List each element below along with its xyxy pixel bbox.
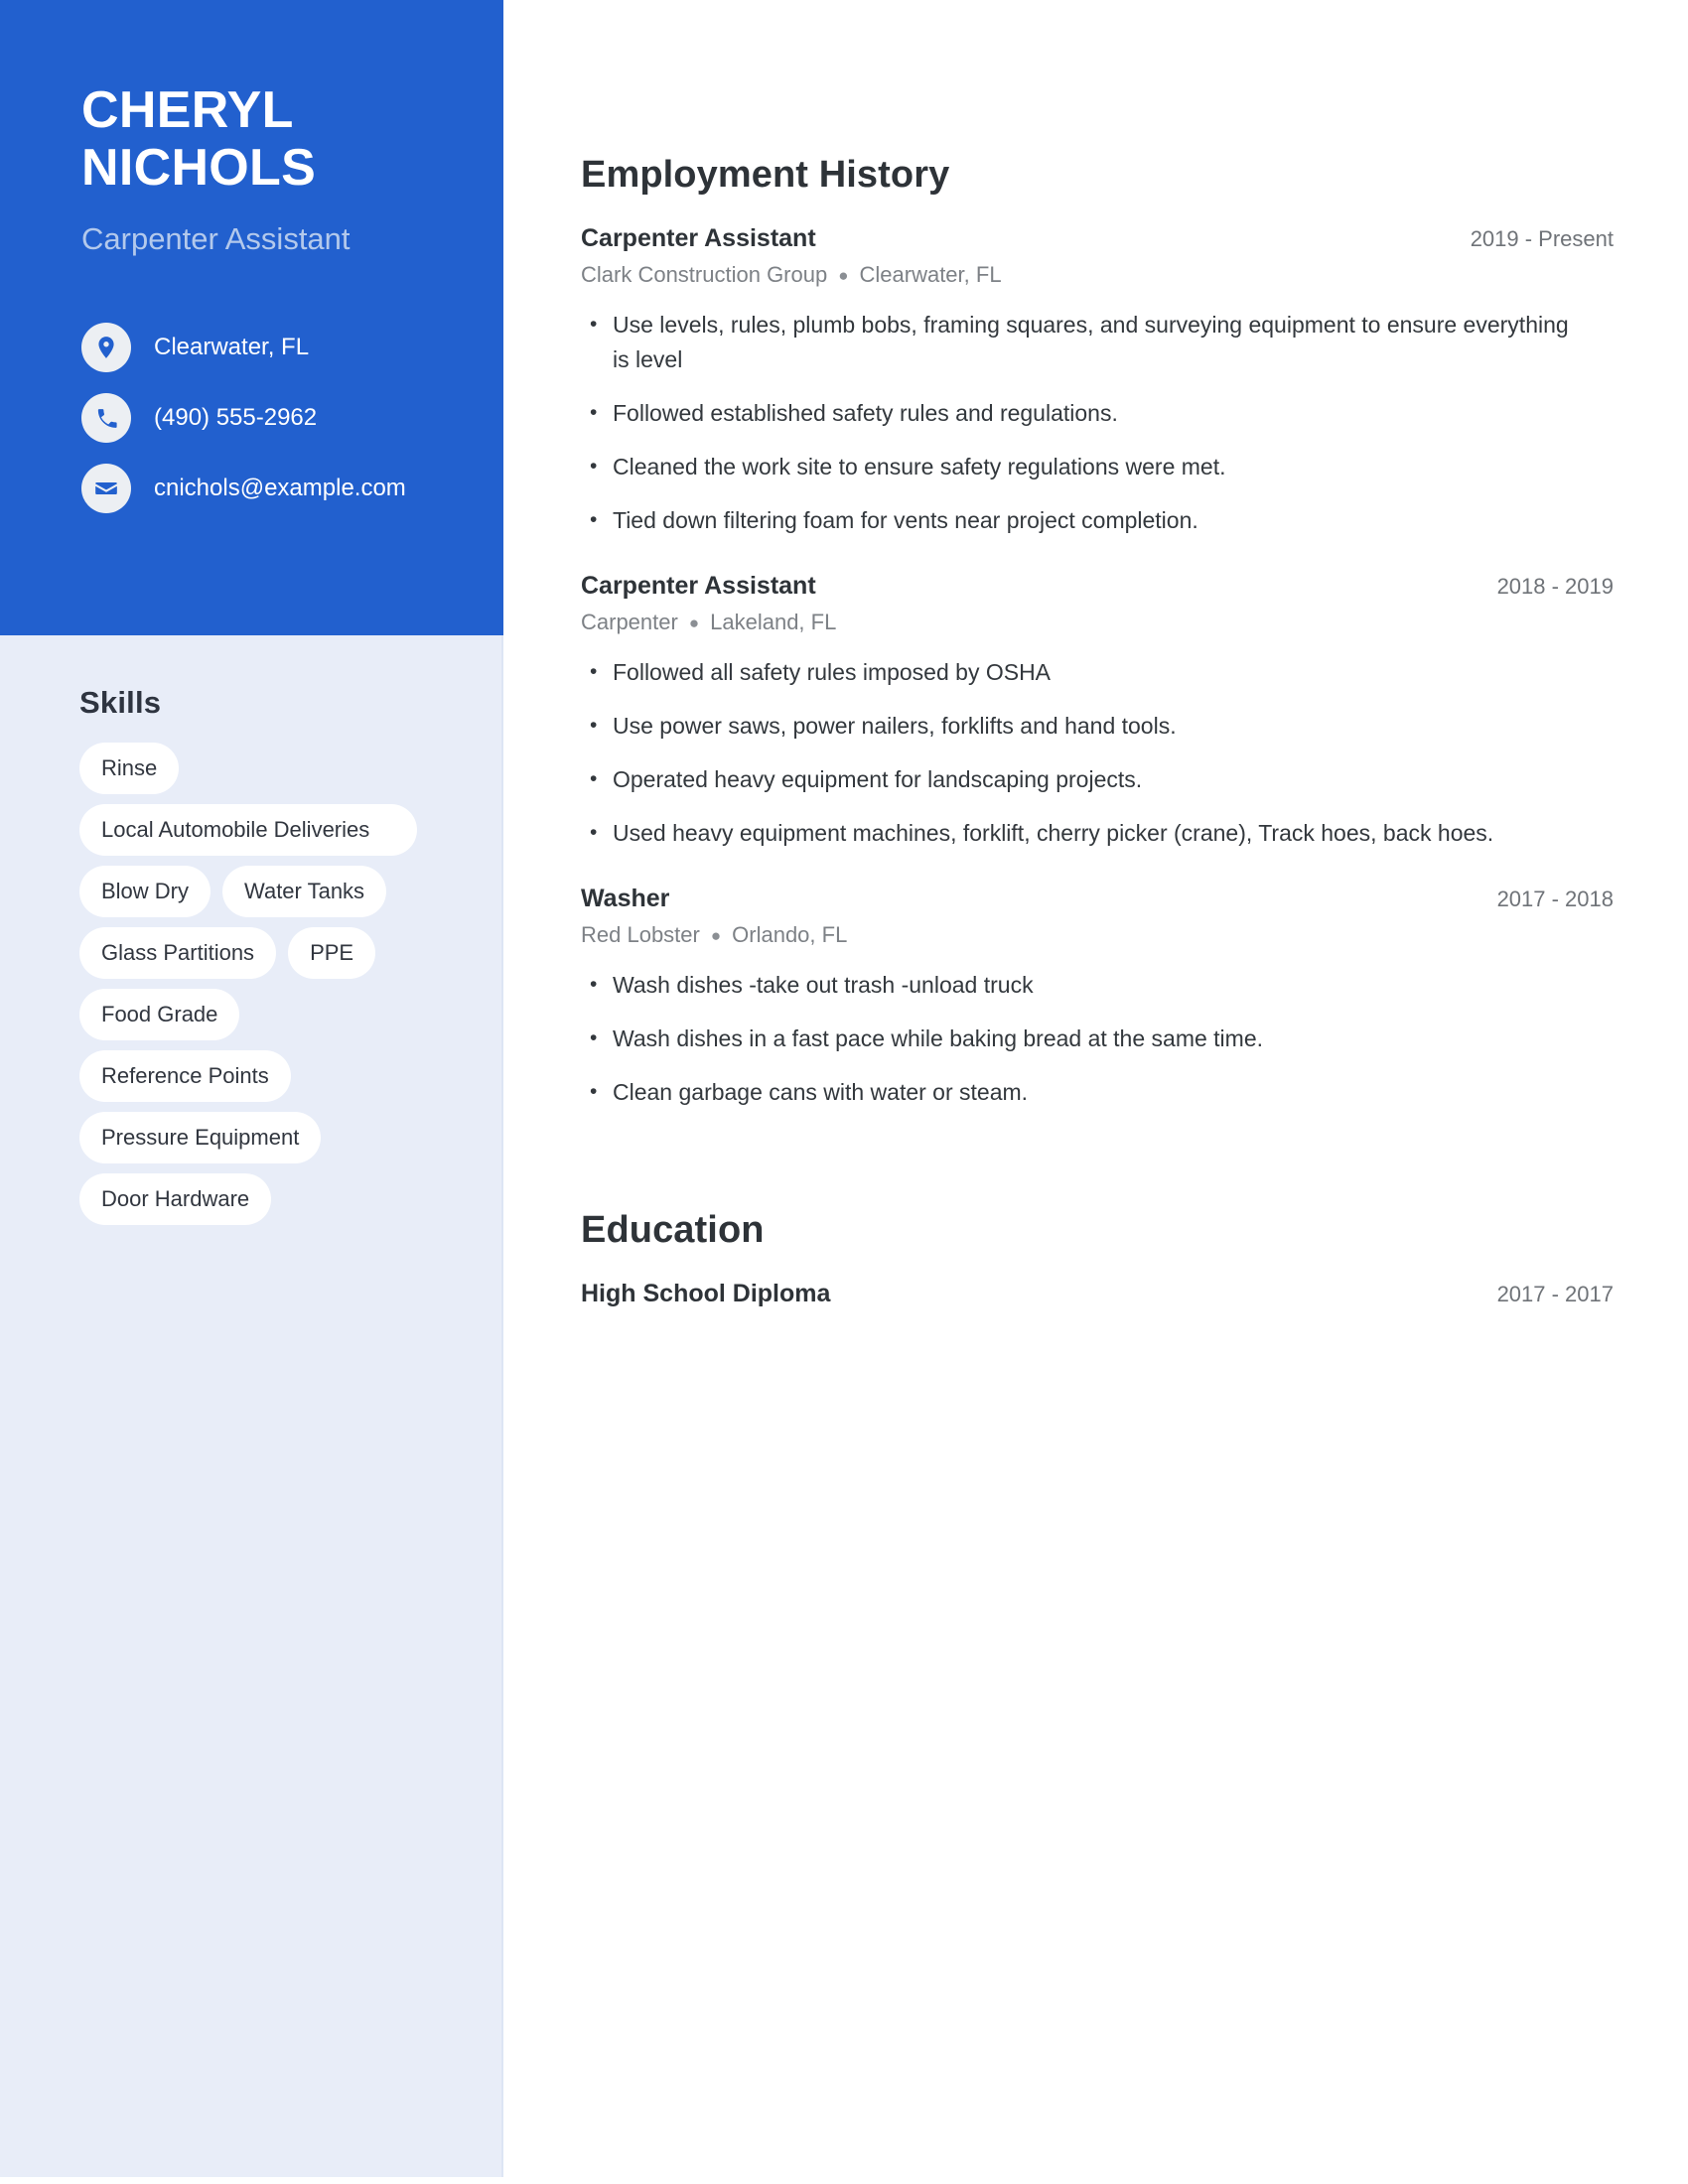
email-icon <box>81 464 131 513</box>
job-bullet: Wash dishes in a fast pace while baking … <box>581 1021 1574 1056</box>
job-meta: Red Lobster ● Orlando, FL <box>581 922 1614 948</box>
job-date-range: 2017 - 2018 <box>1496 887 1614 911</box>
skill-pill[interactable]: Door Hardware <box>79 1173 272 1225</box>
entry-header: High School Diploma 2017 - 2017 <box>581 1280 1614 1308</box>
headline-job-title: Carpenter Assistant <box>81 221 351 256</box>
contact-email-text: cnichols@example.com <box>154 475 406 501</box>
contact-item-phone[interactable]: (490) 555-2962 <box>81 393 479 443</box>
job-company: Carpenter <box>581 610 678 634</box>
job-location: Orlando, FL <box>732 922 848 947</box>
contact-list: Clearwater, FL (490) 555-2962 cnichols@e… <box>81 323 479 534</box>
job-bullet: Operated heavy equipment for landscaping… <box>581 761 1574 797</box>
job-bullet: Wash dishes -take out trash -unload truc… <box>581 967 1574 1003</box>
job-title: Washer <box>581 885 670 912</box>
job-bullet: Followed all safety rules imposed by OSH… <box>581 654 1574 690</box>
skill-pill[interactable]: Reference Points <box>79 1050 291 1102</box>
skills-heading: Skills <box>79 685 162 720</box>
education-entry: High School Diploma 2017 - 2017 <box>581 1280 1614 1308</box>
job-location: Lakeland, FL <box>710 610 837 634</box>
job-meta: Carpenter ● Lakeland, FL <box>581 610 1614 635</box>
skill-pill[interactable]: Blow Dry <box>79 866 211 917</box>
first-name: CHERYL <box>81 81 294 139</box>
job-bullet: Used heavy equipment machines, forklift,… <box>581 815 1574 851</box>
separator-dot-icon: ● <box>688 614 700 633</box>
job-meta: Clark Construction Group ● Clearwater, FL <box>581 262 1614 288</box>
main-content: Employment History Carpenter Assistant 2… <box>581 0 1614 1316</box>
job-date-range: 2018 - 2019 <box>1496 574 1614 599</box>
job-bullet: Clean garbage cans with water or steam. <box>581 1074 1574 1110</box>
employment-history-heading: Employment History <box>581 154 950 196</box>
job-date-range: 2019 - Present <box>1470 226 1614 251</box>
skill-pill[interactable]: Glass Partitions <box>79 927 277 979</box>
resume-page: CHERYL NICHOLS Carpenter Assistant Clear… <box>0 0 1688 2184</box>
employment-entry: Washer 2017 - 2018 Red Lobster ● Orlando, … <box>581 885 1614 1110</box>
contact-phone-text: (490) 555-2962 <box>154 404 318 431</box>
job-bullet-list: Use levels, rules, plumb bobs, framing s… <box>581 307 1614 538</box>
last-name: NICHOLS <box>81 139 317 197</box>
job-company: Red Lobster <box>581 922 700 947</box>
skill-pill[interactable]: Food Grade <box>79 989 240 1040</box>
entry-header: Carpenter Assistant 2019 - Present <box>581 224 1614 253</box>
phone-icon <box>81 393 131 443</box>
contact-location-text: Clearwater, FL <box>154 334 310 360</box>
sidebar-header: CHERYL NICHOLS Carpenter Assistant <box>0 0 503 635</box>
skill-pill[interactable]: Water Tanks <box>222 866 387 917</box>
skill-pill[interactable]: Local Automobile Deliveries <box>79 804 417 856</box>
employment-entry: Carpenter Assistant 2018 - 2019 Carpente… <box>581 572 1614 851</box>
contact-item-email[interactable]: cnichols@example.com <box>81 464 479 513</box>
skills-section: Skills Rinse Local Automobile Deliveries… <box>0 685 503 1225</box>
job-title: Carpenter Assistant <box>581 224 816 252</box>
skill-pill[interactable]: Pressure Equipment <box>79 1112 322 1163</box>
job-company: Clark Construction Group <box>581 262 828 287</box>
job-bullet: Tied down filtering foam for vents near … <box>581 502 1574 538</box>
skill-pill[interactable]: PPE <box>288 927 376 979</box>
job-title: Carpenter Assistant <box>581 572 816 600</box>
degree-title: High School Diploma <box>581 1280 831 1307</box>
separator-dot-icon: ● <box>710 926 722 946</box>
location-pin-icon <box>81 323 131 372</box>
job-bullet: Use power saws, power nailers, forklifts… <box>581 708 1574 744</box>
education-heading: Education <box>581 1209 765 1251</box>
job-bullet-list: Followed all safety rules imposed by OSH… <box>581 654 1614 851</box>
degree-date-range: 2017 - 2017 <box>1496 1282 1614 1306</box>
skill-pill[interactable]: Rinse <box>79 743 180 794</box>
job-bullet: Followed established safety rules and re… <box>581 395 1574 431</box>
separator-dot-icon: ● <box>838 266 849 286</box>
job-bullet-list: Wash dishes -take out trash -unload truc… <box>581 967 1614 1110</box>
job-location: Clearwater, FL <box>859 262 1002 287</box>
employment-entry: Carpenter Assistant 2019 - Present Clark… <box>581 224 1614 538</box>
job-bullet: Use levels, rules, plumb bobs, framing s… <box>581 307 1574 377</box>
entry-header: Carpenter Assistant 2018 - 2019 <box>581 572 1614 601</box>
entry-header: Washer 2017 - 2018 <box>581 885 1614 913</box>
job-bullet: Cleaned the work site to ensure safety r… <box>581 449 1574 484</box>
contact-item-location[interactable]: Clearwater, FL <box>81 323 479 372</box>
sidebar: CHERYL NICHOLS Carpenter Assistant Clear… <box>0 0 503 2177</box>
skills-pill-list: Rinse Local Automobile Deliveries Blow D… <box>79 743 457 1225</box>
